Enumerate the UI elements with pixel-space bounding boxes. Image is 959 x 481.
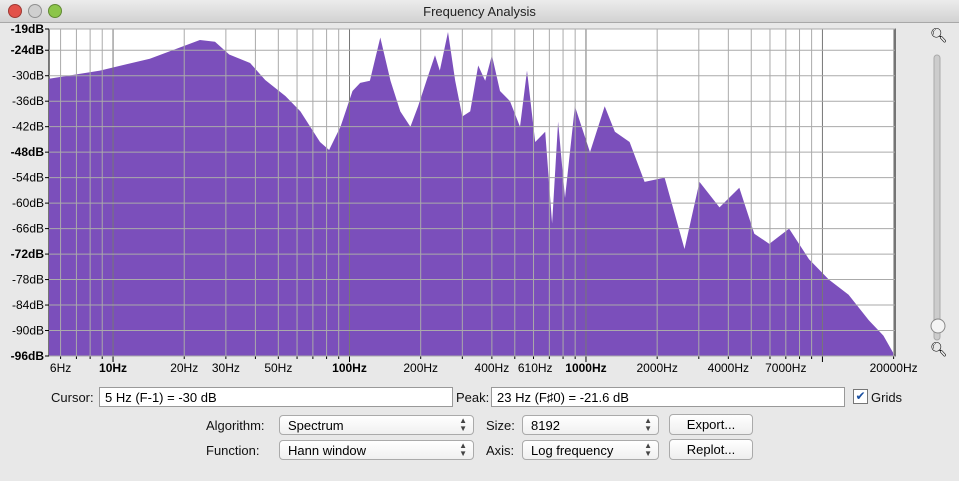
y-tick-label: -60dB [12, 196, 44, 210]
y-tick-label: -54dB [12, 171, 44, 185]
y-tick-label: -24dB [11, 43, 45, 57]
y-tick-label: -90dB [12, 324, 44, 338]
zoom-button[interactable] [48, 4, 62, 18]
y-tick-label: -84dB [12, 298, 44, 312]
close-button[interactable] [8, 4, 22, 18]
export-button[interactable]: Export... [669, 414, 753, 435]
axis-value: Log frequency [531, 443, 614, 458]
size-value: 8192 [531, 418, 560, 433]
x-tick-label: 7000Hz [765, 361, 806, 375]
updown-icon: ▲ ▼ [459, 441, 467, 458]
grids-label: Grids [871, 390, 903, 405]
function-value: Hann window [288, 443, 367, 458]
x-tick-label: 400Hz [475, 361, 510, 375]
function-select[interactable]: Hann window ▲ ▼ [279, 440, 474, 460]
y-tick-label: -36dB [12, 94, 44, 108]
y-tick-label: -42dB [12, 120, 44, 134]
y-tick-label: -66dB [12, 222, 44, 236]
replot-button[interactable]: Replot... [669, 439, 753, 460]
x-tick-label: 2000Hz [636, 361, 677, 375]
axis-label: Axis: [486, 443, 515, 458]
algorithm-select[interactable]: Spectrum ▲ ▼ [279, 415, 474, 435]
spectrum-plot[interactable]: -19dB -24dB -30dB -36dB -42dB -48dB -54dB -60dB… [0, 22, 959, 382]
y-tick-label: -19dB [11, 22, 45, 36]
y-tick-label: -30dB [12, 69, 44, 83]
cursor-label: Cursor: [51, 390, 94, 405]
peak-label: Peak: [456, 390, 490, 405]
x-tick-label: 610Hz [518, 361, 553, 375]
x-tick-label: 10Hz [99, 361, 127, 375]
size-select[interactable]: 8192 ▲ ▼ [522, 415, 659, 435]
x-tick-label: 1000Hz [565, 361, 606, 375]
size-label: Size: [486, 418, 515, 433]
y-tick-label: -72dB [11, 247, 45, 261]
updown-icon: ▲ ▼ [644, 416, 652, 433]
x-tick-label: 50Hz [264, 361, 292, 375]
title-bar: Frequency Analysis [0, 0, 959, 23]
window-title: Frequency Analysis [423, 4, 536, 19]
x-tick-label: 20000Hz [870, 361, 918, 375]
cursor-field[interactable]: 5 Hz (F-1) = -30 dB [99, 387, 453, 407]
y-tick-label: -48dB [11, 145, 45, 159]
updown-icon: ▲ ▼ [459, 416, 467, 433]
algorithm-label: Algorithm: [206, 418, 265, 433]
y-tick-label: -78dB [12, 273, 44, 287]
peak-field[interactable]: 23 Hz (F♯0) = -21.6 dB [491, 387, 845, 407]
x-tick-label: 100Hz [332, 361, 367, 375]
axis-select[interactable]: Log frequency ▲ ▼ [522, 440, 659, 460]
y-tick-label: -96dB [11, 349, 45, 363]
minimize-button[interactable] [28, 4, 42, 18]
x-tick-label: 6Hz [50, 361, 71, 375]
x-tick-label: 20Hz [170, 361, 198, 375]
x-tick-label: 4000Hz [708, 361, 749, 375]
zoom-slider-track[interactable] [933, 54, 941, 341]
zoom-slider-thumb[interactable] [930, 318, 946, 334]
algorithm-value: Spectrum [288, 418, 344, 433]
x-tick-label: 30Hz [212, 361, 240, 375]
function-label: Function: [206, 443, 260, 458]
x-tick-label: 200Hz [403, 361, 438, 375]
zoom-out-icon[interactable]: 🔍︎ [930, 341, 948, 357]
zoom-in-icon[interactable]: 🔍︎ [930, 27, 948, 43]
updown-icon: ▲ ▼ [644, 441, 652, 458]
grids-checkbox[interactable]: ✔ [853, 389, 868, 404]
